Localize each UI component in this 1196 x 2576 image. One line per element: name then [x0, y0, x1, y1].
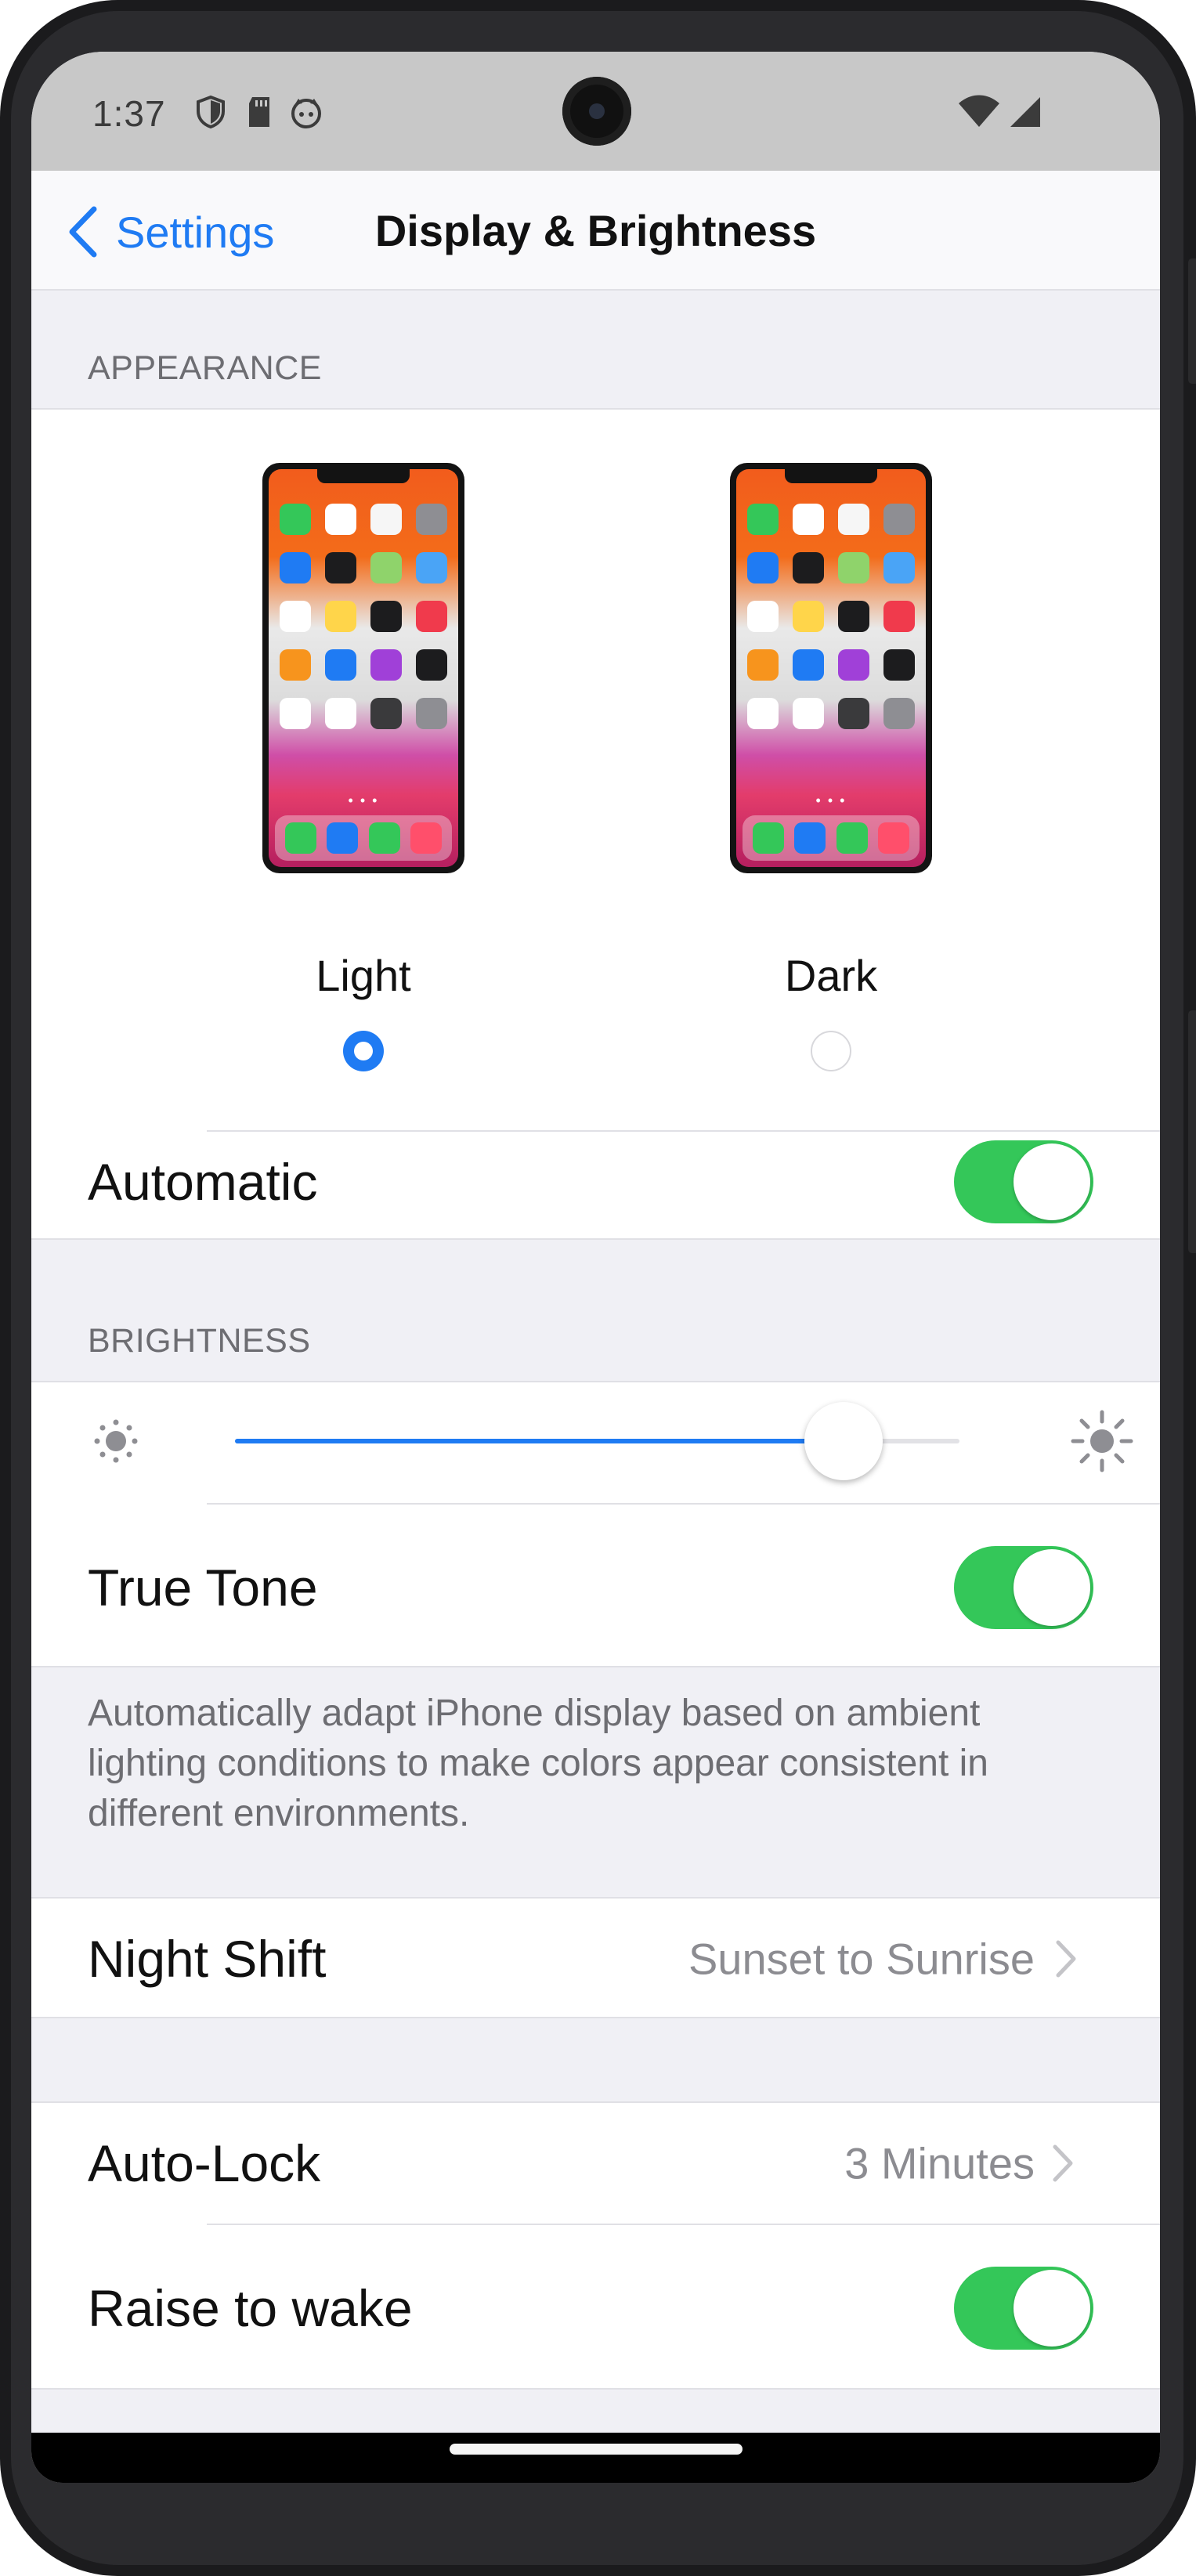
auto-lock-label: Auto-Lock [88, 2134, 321, 2192]
android-face-icon [291, 99, 321, 128]
automatic-label: Automatic [88, 1153, 318, 1211]
night-shift-label: Night Shift [88, 1930, 327, 1988]
light-mode-radio[interactable] [343, 1031, 384, 1071]
dock [743, 815, 920, 861]
status-time: 1:37 [92, 93, 166, 134]
auto-lock-value: 3 Minutes [844, 2138, 1035, 2188]
app-icon-grid [280, 504, 447, 729]
shield-icon [197, 95, 225, 129]
dark-mode-preview[interactable]: • • • [730, 463, 932, 873]
screen: 1:37 Settings Display & Brightness APPEA… [31, 52, 1160, 2483]
auto-lock-row[interactable]: Auto-Lock 3 Minutes [31, 2103, 1160, 2224]
appearance-group: • • • • • • Light Dark Automatic [31, 408, 1160, 1240]
dark-mode-radio[interactable] [811, 1031, 851, 1071]
bottom-navigation-bar [31, 2433, 1160, 2483]
true-tone-label: True Tone [88, 1559, 318, 1617]
volume-button [1188, 1010, 1196, 1253]
status-bar: 1:37 [31, 52, 1160, 171]
raise-to-wake-toggle[interactable] [954, 2267, 1093, 2350]
brightness-slider[interactable] [235, 1402, 959, 1480]
home-indicator[interactable] [450, 2444, 743, 2455]
chevron-right-icon [1056, 1940, 1076, 1978]
page-title: Display & Brightness [374, 206, 817, 255]
brightness-slider-fill [235, 1439, 844, 1443]
light-mode-label: Light [316, 951, 411, 1000]
brightness-slider-thumb[interactable] [804, 1402, 883, 1480]
navigation-bar: Settings Display & Brightness [31, 171, 1160, 291]
brightness-low-icon [94, 1419, 138, 1463]
wifi-icon [959, 95, 999, 127]
section-header-brightness: BRIGHTNESS [88, 1322, 311, 1360]
dock [275, 815, 452, 861]
dark-preview-screen: • • • [736, 469, 926, 867]
light-mode-preview[interactable]: • • • [262, 463, 464, 873]
automatic-toggle[interactable] [954, 1140, 1093, 1223]
night-shift-row[interactable]: Night Shift Sunset to Sunrise [31, 1897, 1160, 2018]
night-shift-value: Sunset to Sunrise [688, 1934, 1035, 1984]
section-header-appearance: APPEARANCE [88, 349, 322, 387]
power-button [1188, 258, 1196, 384]
lock-group: Auto-Lock 3 Minutes Raise to wake [31, 2101, 1160, 2390]
brightness-group: True Tone [31, 1381, 1160, 1667]
cellular-signal-icon [1010, 97, 1040, 127]
chevron-right-icon [1053, 2144, 1073, 2182]
brightness-high-icon [1071, 1410, 1133, 1472]
light-preview-screen: • • • [269, 469, 458, 867]
raise-to-wake-label: Raise to wake [88, 2279, 413, 2337]
front-camera [562, 77, 631, 146]
dark-mode-label: Dark [784, 951, 878, 1000]
app-icon-grid [747, 504, 915, 729]
true-tone-footnote: Automatically adapt iPhone display based… [88, 1693, 988, 1834]
phone-frame: 1:37 Settings Display & Brightness APPEA… [0, 0, 1196, 2576]
sd-card-icon [249, 97, 269, 127]
true-tone-toggle[interactable] [954, 1546, 1093, 1629]
